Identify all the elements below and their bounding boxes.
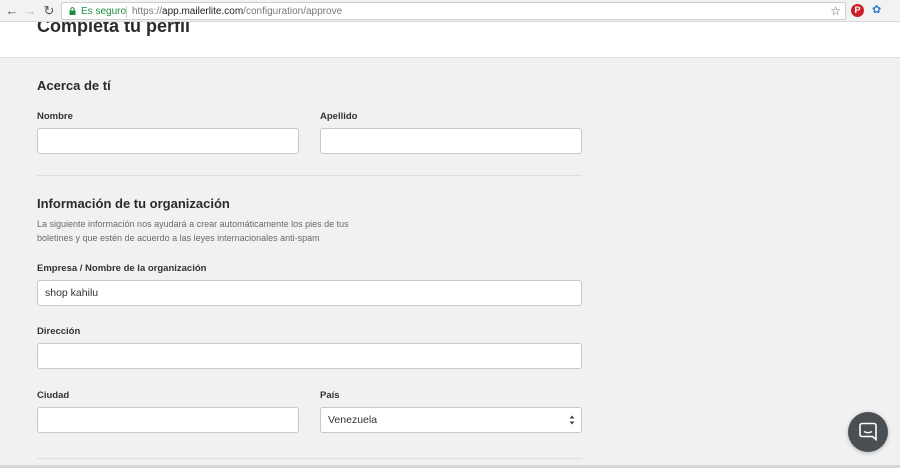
first-name-label: Nombre — [37, 111, 73, 122]
last-name-field[interactable] — [320, 128, 582, 154]
country-select[interactable]: Venezuela — [320, 407, 582, 433]
url-host: app.mailerlite.com — [162, 6, 244, 17]
organization-description: La siguiente información nos ayudará a c… — [37, 219, 349, 243]
chat-icon — [859, 422, 877, 441]
forward-arrow-icon[interactable]: → — [22, 3, 38, 19]
country-label: País — [320, 390, 340, 401]
page-title: Completa tu perfil — [37, 22, 191, 36]
reload-icon[interactable]: ↻ — [41, 3, 57, 19]
bird-extension-icon[interactable]: ✿ — [872, 3, 881, 18]
company-label: Empresa / Nombre de la organización — [37, 263, 207, 274]
browser-toolbar: ← → ↻ Es seguro https://app.mailerlite.c… — [0, 0, 900, 22]
first-name-field[interactable] — [37, 128, 299, 154]
section-divider — [37, 175, 582, 176]
url-scheme: https:// — [132, 6, 163, 17]
address-field[interactable] — [37, 343, 582, 369]
address-separator — [126, 6, 127, 18]
last-name-label: Apellido — [320, 111, 358, 122]
lock-icon — [69, 7, 76, 15]
company-field[interactable] — [37, 280, 582, 306]
pinterest-extension-icon[interactable]: P — [851, 4, 864, 17]
chat-launcher-button[interactable] — [848, 412, 888, 452]
city-label: Ciudad — [37, 390, 70, 401]
address-bar[interactable]: Es seguro https://app.mailerlite.com/con… — [61, 2, 846, 20]
country-selected-value: Venezuela — [328, 414, 378, 426]
star-icon[interactable]: ☆ — [830, 4, 841, 19]
url-path: /configuration/approve — [243, 6, 343, 17]
url-text[interactable]: https://app.mailerlite.com/configuration… — [132, 5, 342, 19]
about-section-title: Acerca de tí — [37, 78, 111, 93]
section-divider — [37, 458, 582, 459]
back-arrow-icon[interactable]: ← — [4, 3, 20, 19]
address-label: Dirección — [37, 326, 81, 337]
organization-section-title: Información de tu organización — [37, 196, 230, 211]
city-field[interactable] — [37, 407, 299, 433]
select-arrows-icon — [569, 415, 575, 425]
page-header: Completa tu perfil — [0, 22, 900, 58]
secure-label: Es seguro — [81, 6, 127, 17]
